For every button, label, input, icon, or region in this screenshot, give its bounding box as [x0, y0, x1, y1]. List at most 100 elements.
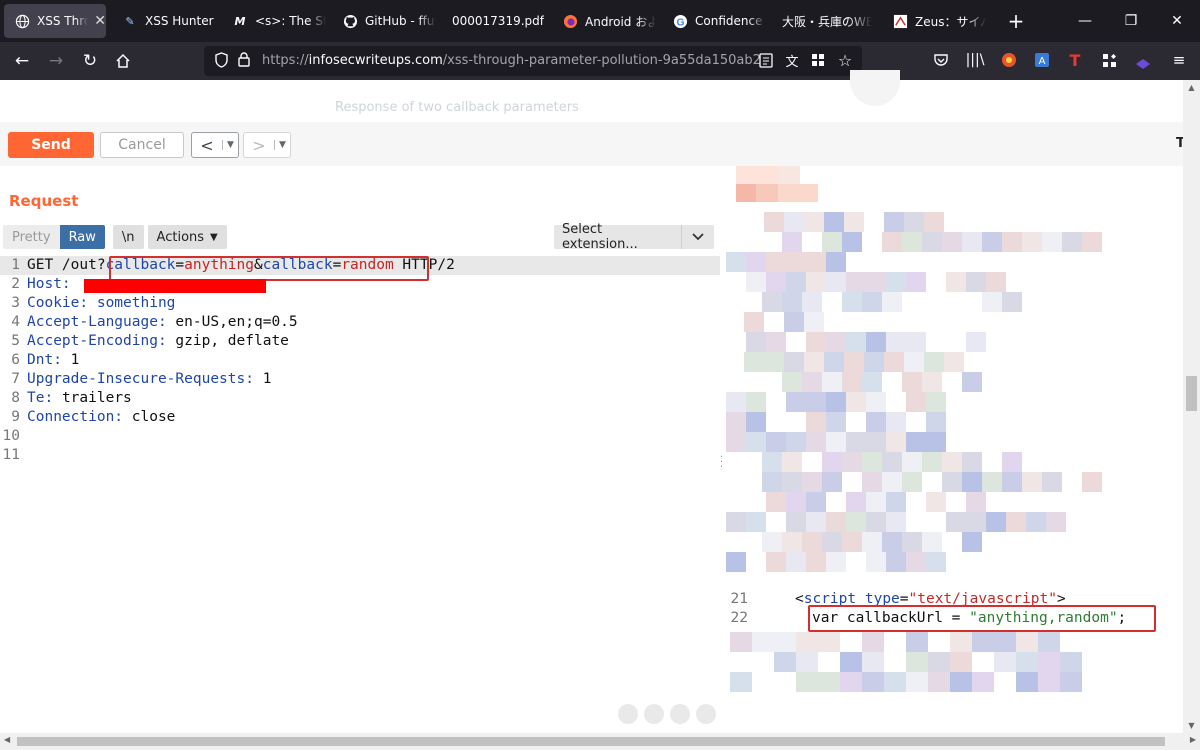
dropdown-arrow-icon[interactable]: ▼: [222, 140, 238, 150]
vertical-scrollbar[interactable]: ▲ ▼: [1183, 80, 1200, 733]
cancel-button[interactable]: Cancel: [100, 132, 184, 158]
tab-github-ffuf[interactable]: GitHub - ffuf/: [332, 4, 436, 38]
reload-icon[interactable]: ↻: [76, 47, 104, 75]
header-name: Upgrade-Insecure-Requests:: [27, 371, 254, 387]
scrollbar-thumb[interactable]: [17, 737, 1165, 746]
linkedin-icon[interactable]: [670, 704, 690, 724]
tab-label: 大阪・兵庫のWEBシ: [782, 14, 872, 29]
pixel-block: [946, 272, 966, 292]
pixel-block: [962, 472, 982, 492]
new-tab-button[interactable]: +: [1005, 8, 1027, 34]
t-extension-icon[interactable]: T: [1066, 51, 1084, 70]
pixel-block: [786, 252, 806, 272]
pixel-block: [902, 472, 922, 492]
tab-confidence[interactable]: G Confidence -: [662, 4, 766, 38]
container-extension-icon[interactable]: [1134, 53, 1152, 71]
link-icon[interactable]: [696, 704, 716, 724]
scroll-up-icon[interactable]: ▲: [1183, 83, 1200, 92]
actions-dropdown[interactable]: Actions ▼: [147, 225, 227, 249]
home-icon[interactable]: [109, 47, 137, 75]
line-number: 5: [11, 333, 20, 349]
lock-icon[interactable]: [238, 52, 250, 71]
select-extension-dropdown[interactable]: Select extension...: [554, 222, 714, 252]
horizontal-scrollbar[interactable]: ◀ ▶: [0, 733, 1200, 750]
fox-extension-icon[interactable]: [1000, 51, 1018, 69]
pixel-block: [778, 184, 818, 202]
pixel-block: [1002, 452, 1022, 472]
tab-pretty[interactable]: Pretty: [3, 225, 60, 249]
pixel-block: [762, 532, 782, 552]
pocket-icon[interactable]: [932, 51, 950, 69]
dropdown-arrow-icon[interactable]: ▼: [274, 140, 290, 150]
translator-extension-icon[interactable]: A: [1033, 51, 1051, 69]
pixel-block: [866, 332, 886, 352]
extensions-icon[interactable]: [1100, 51, 1118, 69]
translate-icon[interactable]: 文: [783, 51, 801, 70]
history-back-button[interactable]: < ▼: [191, 132, 239, 158]
navigation-toolbar: ← → ↻ https://infosecwriteups.com/xss-th…: [0, 42, 1200, 99]
facebook-icon[interactable]: [644, 704, 664, 724]
scroll-left-icon[interactable]: ◀: [4, 735, 10, 744]
pixel-block: [862, 292, 882, 312]
globe-icon: [14, 13, 30, 29]
back-arrow-icon[interactable]: ←: [8, 47, 36, 75]
pixel-block: [922, 452, 942, 472]
pixel-block: [796, 672, 818, 692]
pixel-block: [746, 512, 766, 532]
header-value: trailers: [61, 390, 132, 406]
scrollbar-thumb[interactable]: [1186, 376, 1197, 411]
grid-extension-icon[interactable]: [809, 51, 827, 69]
tab-xss-hunter[interactable]: ✎ XSS Hunter: [112, 4, 216, 38]
menu-icon[interactable]: ≡: [1170, 51, 1188, 69]
pixel-block: [822, 372, 842, 392]
pixel-block: [786, 272, 806, 292]
tab-raw[interactable]: Raw: [59, 225, 105, 249]
scroll-down-icon[interactable]: ▼: [1183, 721, 1200, 730]
pixel-block: [746, 272, 766, 292]
minimize-icon[interactable]: —: [1062, 0, 1108, 42]
reader-view-icon[interactable]: [757, 51, 775, 69]
library-icon[interactable]: |||\: [966, 51, 985, 69]
close-window-icon[interactable]: ✕: [1154, 0, 1200, 42]
tab-osaka[interactable]: 大阪・兵庫のWEBシ: [772, 4, 876, 38]
share-icon[interactable]: [618, 704, 638, 724]
tab-android[interactable]: Android および: [552, 4, 656, 38]
pixel-block: [784, 312, 804, 332]
history-forward-button[interactable]: > ▼: [243, 132, 291, 158]
line-number: 22: [730, 610, 748, 626]
pixel-block: [1022, 472, 1042, 492]
pixel-block: [726, 552, 746, 572]
pixel-block: [862, 532, 882, 552]
pixel-block: [806, 552, 826, 572]
close-tab-icon[interactable]: ✕: [94, 13, 106, 29]
pixel-block: [962, 232, 982, 252]
bookmark-star-icon[interactable]: ☆: [836, 51, 854, 70]
pixel-block: [882, 452, 902, 472]
header-name: Cookie:: [27, 295, 89, 311]
header-line: 3 Cookie: something: [0, 294, 722, 313]
pixel-block: [826, 432, 846, 452]
pixel-block: [922, 232, 942, 252]
pixel-block: [950, 672, 972, 692]
scroll-right-icon[interactable]: ▶: [1190, 735, 1196, 744]
tab-pdf[interactable]: 000017319.pdf: [442, 4, 546, 38]
back-chevron-icon: <: [200, 135, 214, 155]
tab-the-strike[interactable]: M <s>: The Strik: [222, 4, 326, 38]
header-value: en-US,en;q=0.5: [175, 314, 298, 330]
tab-xss-through[interactable]: XSS Throug ✕: [4, 4, 106, 38]
tab-zeus[interactable]: Zeus：サイバー: [882, 4, 986, 38]
shield-icon[interactable]: [214, 52, 229, 72]
pixel-block: [804, 312, 824, 332]
url-text[interactable]: https://infosecwriteups.com/xss-through-…: [262, 53, 761, 68]
pixel-block: [786, 492, 806, 512]
header-name: Dnt:: [27, 352, 62, 368]
pixel-block: [782, 292, 802, 312]
pixel-block: [866, 272, 886, 292]
line-number: 1: [11, 257, 20, 273]
chevron-down-icon: ▼: [210, 231, 218, 243]
restore-icon[interactable]: ❐: [1108, 0, 1154, 42]
send-button[interactable]: Send: [8, 132, 94, 158]
forward-arrow-icon[interactable]: →: [42, 47, 70, 75]
pixel-block: [886, 512, 906, 532]
show-newlines-button[interactable]: \n: [112, 225, 144, 249]
